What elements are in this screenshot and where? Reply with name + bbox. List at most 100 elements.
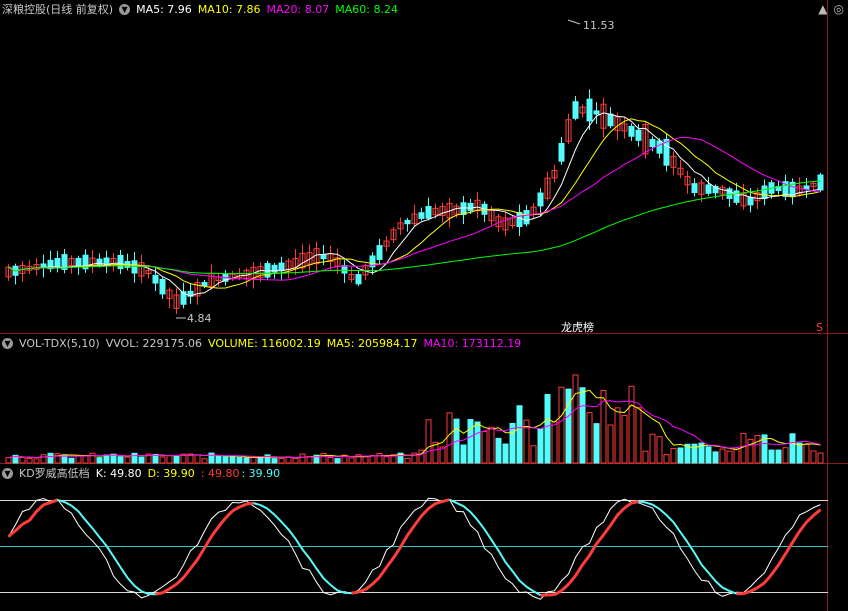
kd-trend-segment	[399, 534, 409, 548]
kd-trend-segment	[791, 530, 801, 544]
candle-body	[628, 125, 635, 137]
candle-body	[537, 192, 544, 207]
high-price-label: 11.53	[583, 19, 615, 32]
kd-trend-segment	[714, 580, 724, 589]
kd-trend-segment	[301, 548, 311, 559]
volume-bar	[124, 456, 131, 464]
kd-trend-segment	[84, 519, 94, 529]
volume-bar	[215, 455, 222, 464]
kd-trend-segment	[14, 523, 24, 532]
s-tag[interactable]: S	[816, 321, 823, 334]
volume-bar	[285, 456, 292, 464]
volume-bar	[89, 452, 96, 464]
kd-trend-segment	[371, 576, 381, 586]
volume-bar	[117, 456, 124, 464]
candle-body	[656, 140, 663, 154]
candle-body	[803, 185, 810, 190]
candle-body	[159, 278, 166, 295]
kd-trend-segment	[805, 514, 815, 524]
ma-line	[8, 180, 821, 275]
candle-body	[278, 262, 285, 272]
volume-bar	[404, 457, 411, 464]
kd-trend-segment	[406, 524, 416, 537]
kd-trend-segment	[189, 558, 199, 570]
volume-bar	[299, 453, 306, 464]
candle-body	[593, 110, 600, 115]
volume-bar	[383, 456, 390, 464]
kd-trend-segment	[168, 582, 178, 591]
volume-bar	[425, 419, 432, 464]
volume-bar	[586, 412, 593, 464]
volume-bar	[705, 446, 712, 464]
kd-trend-segment	[329, 584, 339, 592]
kd-trend-segment	[266, 507, 276, 516]
volume-bar	[677, 447, 684, 464]
volume-bar	[75, 455, 82, 464]
volume-bar	[719, 448, 726, 464]
volume-bar	[775, 449, 782, 464]
candle-body	[817, 174, 824, 191]
kd-trend-segment	[490, 539, 500, 552]
kd-trend-segment	[462, 505, 472, 513]
kd-trend-segment	[638, 500, 646, 504]
volume-bar	[782, 447, 789, 464]
kd-trend-segment	[631, 500, 639, 505]
volume-bars	[5, 374, 824, 464]
volume-bar	[243, 457, 250, 464]
kd-trend-segment	[469, 511, 479, 521]
candle-body	[320, 254, 327, 260]
volume-bar	[362, 456, 369, 464]
volume-bar	[495, 437, 502, 464]
kd-trend-segment	[253, 502, 261, 507]
volume-bar	[194, 454, 201, 464]
candle-body	[152, 274, 159, 284]
kd-k-line	[8, 497, 821, 600]
candle-body	[558, 143, 565, 162]
volume-bar	[271, 458, 278, 464]
volume-bar	[712, 451, 719, 464]
kd-trend-segment	[616, 506, 626, 517]
volume-bar	[628, 385, 635, 464]
kd-trend-segment	[64, 501, 72, 507]
candle-body	[418, 212, 425, 219]
kd-trend-segment	[672, 521, 682, 533]
volume-bar	[789, 433, 796, 464]
candle-body	[460, 202, 467, 215]
volume-bar	[537, 428, 544, 464]
volume-bar	[446, 412, 453, 464]
candle-body	[404, 219, 411, 225]
volume-bar	[502, 443, 509, 464]
kd-trend-segment	[77, 510, 87, 521]
kd-trend-segment	[518, 579, 528, 588]
kd-trend-segment	[483, 528, 493, 541]
stock-chart[interactable]: 11.53 4.84 龙虎榜 S	[0, 0, 848, 611]
kd-trend-segment	[595, 533, 605, 545]
volume-bar	[54, 453, 61, 464]
kd-trend-segment	[315, 568, 325, 579]
candle-body	[425, 205, 432, 219]
volume-bar	[579, 387, 586, 464]
lhb-label[interactable]: 龙虎榜	[561, 320, 594, 334]
candle-body	[705, 184, 712, 194]
kd-trend-segment	[378, 566, 388, 579]
kd-trend-segment	[679, 531, 689, 543]
volume-bar	[733, 448, 740, 464]
candle-body	[586, 98, 593, 122]
volume-bar	[754, 435, 761, 464]
volume-bar	[47, 452, 54, 464]
kd-trend-segment	[435, 500, 443, 505]
kd-trend-segment	[70, 504, 80, 513]
candle-body	[341, 265, 348, 274]
kd-trend-segment	[392, 546, 402, 559]
volume-bar	[474, 421, 481, 464]
kd-trend-segment	[651, 503, 661, 510]
volume-bar	[376, 453, 383, 464]
volume-bar	[810, 450, 817, 464]
volume-bar	[642, 450, 649, 464]
kd-trend-segment	[35, 503, 45, 513]
kd-trend-segment	[658, 508, 668, 516]
volume-bar	[803, 444, 810, 464]
volume-bar	[264, 454, 271, 464]
volume-bar	[236, 457, 243, 464]
lhb-tag[interactable]: 龙虎榜	[560, 320, 594, 334]
